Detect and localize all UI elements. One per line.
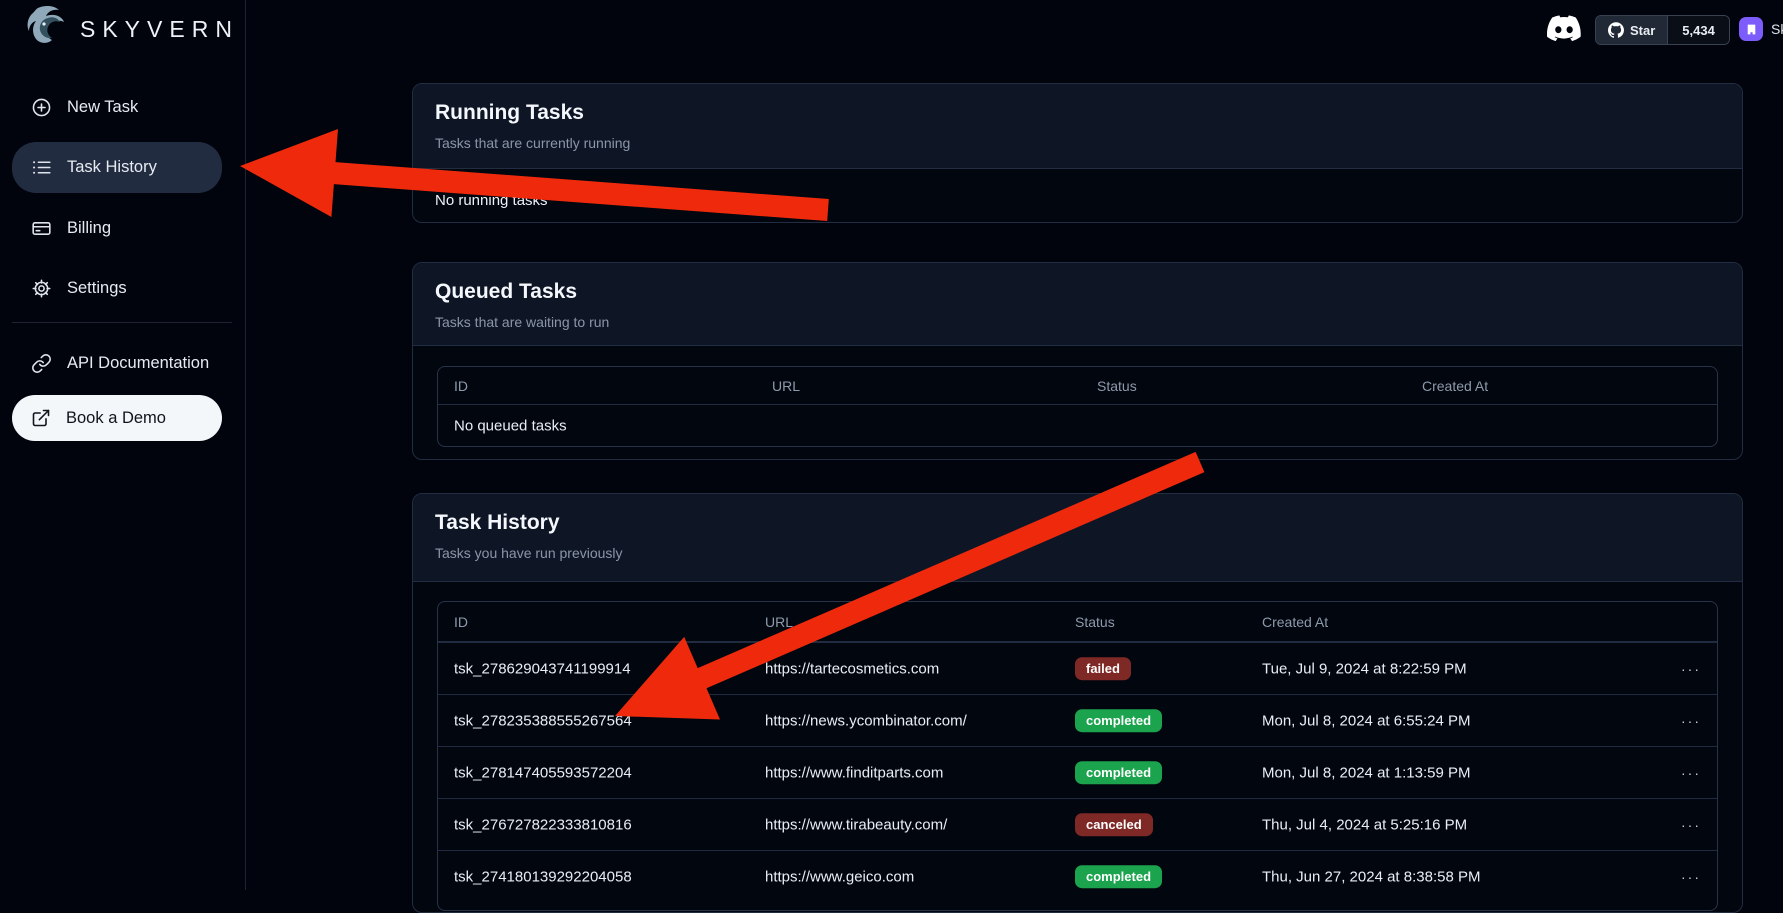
task-history-table: ID URL Status Created At tsk_27862904374…: [437, 601, 1718, 911]
organization-icon: [1745, 23, 1758, 36]
queued-tasks-subtitle: Tasks that are waiting to run: [435, 314, 1720, 330]
dragon-logo-icon: [24, 4, 70, 54]
task-created-at-cell: Mon, Jul 8, 2024 at 1:13:59 PM: [1262, 764, 1470, 781]
task-id-cell: tsk_278235388555267564: [454, 712, 632, 729]
row-actions-button[interactable]: ···: [1681, 713, 1701, 729]
task-url-cell: https://news.ycombinator.com/: [765, 712, 967, 729]
column-header-created-at: Created At: [1262, 602, 1328, 642]
sidebar-item-label: New Task: [67, 98, 138, 117]
external-link-icon: [31, 408, 51, 428]
queued-empty-row: No queued tasks: [438, 405, 1717, 447]
running-tasks-title: Running Tasks: [435, 101, 1720, 125]
task-history-row[interactable]: tsk_278629043741199914 https://tartecosm…: [438, 642, 1717, 694]
task-history-subtitle: Tasks you have run previously: [435, 545, 1720, 561]
sidebar-item-settings[interactable]: Settings: [12, 266, 222, 310]
sidebar-item-label: API Documentation: [67, 354, 209, 373]
gear-icon: [31, 278, 52, 299]
credit-card-icon: [31, 218, 52, 239]
column-header-id: ID: [454, 602, 468, 642]
task-url-cell: https://www.tirabeauty.com/: [765, 816, 947, 833]
sidebar: SKYVERN New Task Task History Billing Se…: [0, 0, 246, 890]
sidebar-item-label: Book a Demo: [66, 409, 166, 428]
task-id-cell: tsk_278629043741199914: [454, 660, 631, 677]
task-created-at-cell: Thu, Jun 27, 2024 at 8:38:58 PM: [1262, 868, 1480, 885]
github-star-widget[interactable]: Star 5,434: [1595, 15, 1730, 45]
running-tasks-header: Running Tasks Tasks that are currently r…: [413, 84, 1742, 169]
skyvern-app: { "sidebar": { "logo_text": "SKYVERN", "…: [0, 0, 1783, 890]
sidebar-item-task-history[interactable]: Task History: [12, 142, 222, 193]
queued-table-header-row: ID URL Status Created At: [438, 367, 1717, 405]
task-status-cell: completed: [1075, 865, 1162, 889]
sidebar-item-label: Settings: [67, 279, 127, 298]
task-history-row[interactable]: tsk_274180139292204058 https://www.geico…: [438, 850, 1717, 902]
running-tasks-empty-text: No running tasks: [435, 192, 548, 209]
status-badge: completed: [1075, 865, 1162, 889]
task-created-at-cell: Tue, Jul 9, 2024 at 8:22:59 PM: [1262, 660, 1467, 677]
task-history-row[interactable]: tsk_278147405593572204 https://www.findi…: [438, 746, 1717, 798]
task-history-card: Task History Tasks you have run previous…: [412, 493, 1743, 913]
task-status-cell: failed: [1075, 657, 1131, 681]
github-star-button[interactable]: Star: [1596, 16, 1667, 44]
sidebar-item-label: Task History: [67, 158, 157, 177]
task-status-cell: completed: [1075, 709, 1162, 733]
column-header-created-at: Created At: [1422, 367, 1488, 405]
running-tasks-subtitle: Tasks that are currently running: [435, 135, 1720, 151]
sidebar-item-new-task[interactable]: New Task: [12, 85, 222, 129]
task-status-cell: completed: [1075, 761, 1162, 785]
github-star-label: Star: [1630, 23, 1655, 38]
status-badge: canceled: [1075, 813, 1153, 837]
sidebar-item-label: Billing: [67, 219, 111, 238]
link-icon: [31, 353, 52, 374]
logo-wordmark: SKYVERN: [80, 16, 239, 43]
column-header-status: Status: [1097, 367, 1137, 405]
column-header-url: URL: [765, 602, 793, 642]
task-url-cell: https://tartecosmetics.com: [765, 660, 939, 677]
sidebar-item-book-a-demo[interactable]: Book a Demo: [12, 395, 222, 441]
task-history-row[interactable]: tsk_276727822333810816 https://www.tirab…: [438, 798, 1717, 850]
task-id-cell: tsk_276727822333810816: [454, 816, 632, 833]
skyvern-logo[interactable]: SKYVERN: [24, 4, 239, 54]
status-badge: failed: [1075, 657, 1131, 681]
task-history-header: Task History Tasks you have run previous…: [413, 494, 1742, 582]
row-actions-button[interactable]: ···: [1681, 817, 1701, 833]
queued-empty-text: No queued tasks: [454, 418, 567, 435]
task-status-cell: canceled: [1075, 813, 1153, 837]
column-header-status: Status: [1075, 602, 1115, 642]
history-table-header-row: ID URL Status Created At: [438, 602, 1717, 642]
account-avatar[interactable]: [1739, 17, 1763, 41]
queued-tasks-header: Queued Tasks Tasks that are waiting to r…: [413, 263, 1742, 346]
queued-tasks-title: Queued Tasks: [435, 280, 1720, 304]
task-url-cell: https://www.geico.com: [765, 868, 914, 885]
sidebar-item-api-documentation[interactable]: API Documentation: [12, 341, 222, 385]
queued-tasks-table: ID URL Status Created At No queued tasks: [437, 366, 1718, 447]
column-header-id: ID: [454, 367, 468, 405]
discord-button[interactable]: [1547, 14, 1581, 46]
sidebar-divider: [12, 322, 232, 323]
status-badge: completed: [1075, 709, 1162, 733]
queued-tasks-card: Queued Tasks Tasks that are waiting to r…: [412, 262, 1743, 460]
status-badge: completed: [1075, 761, 1162, 785]
task-id-cell: tsk_274180139292204058: [454, 868, 632, 885]
github-star-count[interactable]: 5,434: [1667, 16, 1729, 44]
sidebar-item-billing[interactable]: Billing: [12, 206, 222, 250]
list-icon: [31, 157, 52, 178]
task-created-at-cell: Mon, Jul 8, 2024 at 6:55:24 PM: [1262, 712, 1470, 729]
plus-circle-icon: [31, 97, 52, 118]
account-label[interactable]: Sk: [1771, 21, 1783, 37]
row-actions-button[interactable]: ···: [1681, 661, 1701, 677]
discord-icon: [1547, 14, 1581, 44]
github-icon: [1608, 22, 1624, 38]
column-header-url: URL: [772, 367, 800, 405]
running-tasks-card: Running Tasks Tasks that are currently r…: [412, 83, 1743, 223]
row-actions-button[interactable]: ···: [1681, 869, 1701, 885]
task-url-cell: https://www.finditparts.com: [765, 764, 943, 781]
task-history-title: Task History: [435, 511, 1720, 535]
row-actions-button[interactable]: ···: [1681, 765, 1701, 781]
task-created-at-cell: Thu, Jul 4, 2024 at 5:25:16 PM: [1262, 816, 1467, 833]
task-history-row[interactable]: tsk_278235388555267564 https://news.ycom…: [438, 694, 1717, 746]
task-id-cell: tsk_278147405593572204: [454, 764, 632, 781]
